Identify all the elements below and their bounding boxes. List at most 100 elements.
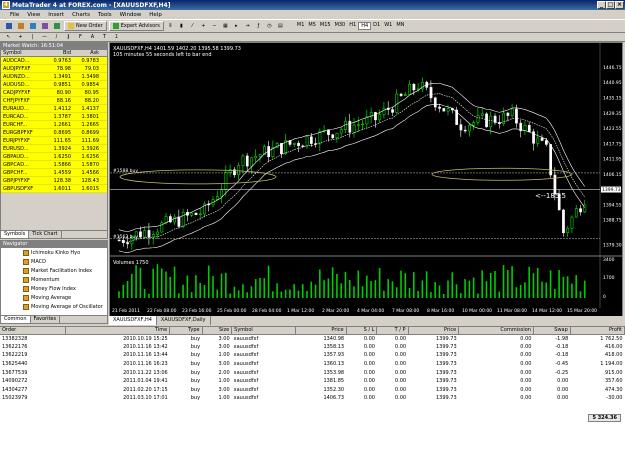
- maximize-button[interactable]: □: [606, 1, 615, 9]
- indicators-icon[interactable]: ƒ: [254, 21, 263, 31]
- timeframe-d1[interactable]: D1: [371, 22, 382, 30]
- arrow-icon[interactable]: ↧: [112, 32, 121, 42]
- expert-advisors-button[interactable]: Expert Advisors: [108, 21, 164, 31]
- terminal-col-header[interactable]: Commission: [458, 327, 534, 335]
- new-chart-icon[interactable]: [4, 21, 14, 31]
- table-row[interactable]: 14304277 2011.02.20 17:15 buy 3.00 xauusdfxf…: [0, 386, 625, 395]
- chart-tab[interactable]: XAUUSDFXF,Daily: [157, 316, 211, 325]
- channel-icon[interactable]: ∥: [64, 32, 73, 42]
- chart-tab[interactable]: XAUUSDFXF,H4: [109, 316, 157, 325]
- menu-help[interactable]: Help: [149, 12, 162, 18]
- terminal-col-header[interactable]: Price: [408, 327, 460, 335]
- menu-window[interactable]: Window: [120, 12, 142, 18]
- terminal-col-header[interactable]: Swap: [533, 327, 571, 335]
- timeframe-m1[interactable]: M1: [295, 22, 307, 30]
- timeframe-mn[interactable]: MN: [394, 22, 406, 30]
- price-chart[interactable]: XAUUSDFXF,H4 1401.59 1402.20 1395.58 139…: [110, 43, 622, 308]
- vertical-line-icon[interactable]: |: [28, 32, 37, 42]
- timeframe-m15[interactable]: M15: [318, 22, 333, 30]
- label-icon[interactable]: T: [100, 32, 109, 42]
- table-row[interactable]: 13622219 2010.11.16 13:44 buy 1.00 xauusdfxf…: [0, 351, 625, 360]
- tab-common[interactable]: Common: [1, 316, 31, 323]
- market-watch-row[interactable]: CHFJPYFXF 88.16 88.20: [1, 97, 107, 105]
- navigator-item[interactable]: Market Facilitation Index: [1, 266, 107, 275]
- market-watch-row[interactable]: EURAUD... 1.4112 1.4137: [1, 105, 107, 113]
- market-watch-row[interactable]: CADJPYFXF 80.90 80.95: [1, 89, 107, 97]
- terminal-col-header[interactable]: Order: [0, 327, 67, 335]
- horizontal-line-icon[interactable]: —: [40, 32, 49, 42]
- navigator-item[interactable]: Momentum: [1, 275, 107, 284]
- col-bid[interactable]: Bid: [45, 50, 73, 56]
- cursor-icon[interactable]: ↖: [4, 32, 13, 42]
- table-row[interactable]: 13382328 2010.10.19 15:25 buy 3.00 xauusdfxf…: [0, 334, 625, 343]
- market-watch-row[interactable]: AUDJPYFXF 78.98 79.03: [1, 65, 107, 73]
- terminal-col-header[interactable]: Type: [169, 327, 203, 335]
- zoom-out-icon[interactable]: −: [210, 21, 219, 31]
- bar-chart-icon[interactable]: ⫴: [166, 21, 175, 31]
- tile-icon[interactable]: ▦: [221, 21, 230, 31]
- terminal-col-header[interactable]: Time: [65, 327, 171, 335]
- market-watch-row[interactable]: EURCAD... 1.3787 1.3801: [1, 113, 107, 121]
- line-chart-icon[interactable]: ⁄: [188, 21, 197, 31]
- terminal-col-header[interactable]: S / L: [346, 327, 378, 335]
- market-watch-row[interactable]: EURUSD... 1.3924 1.3926: [1, 145, 107, 153]
- chart-shift-icon[interactable]: ⇥: [243, 21, 252, 31]
- chart-window[interactable]: XAUUSDFXF,H4 1401.59 1402.20 1395.58 139…: [109, 42, 623, 316]
- col-ask[interactable]: Ask: [73, 50, 101, 56]
- autoscroll-icon[interactable]: ▸: [232, 21, 241, 31]
- table-row[interactable]: 13625440 2010.11.16 16:23 buy 3.00 xauusdfxf…: [0, 360, 625, 369]
- market-watch-row[interactable]: AUDNZD... 1.3491 1.3498: [1, 73, 107, 81]
- navigator-item[interactable]: Moving Average of Oscillator: [1, 302, 107, 311]
- text-icon[interactable]: A: [88, 32, 97, 42]
- table-row[interactable]: 13622176 2010.11.16 13:42 buy 3.00 xauusdfxf…: [0, 343, 625, 352]
- menu-file[interactable]: File: [10, 12, 19, 18]
- market-watch-row[interactable]: GBPJPYFXF 128.38 128.43: [1, 177, 107, 185]
- minimize-button[interactable]: _: [597, 1, 606, 9]
- terminal-icon[interactable]: [52, 21, 62, 31]
- market-watch-row[interactable]: EURGBPFXF 0.8695 0.8699: [1, 129, 107, 137]
- periods-icon[interactable]: ◷: [265, 21, 274, 31]
- new-order-button[interactable]: New Order: [64, 21, 107, 31]
- timeframe-m30[interactable]: M30: [333, 22, 348, 30]
- terminal-col-header[interactable]: Symbol: [231, 327, 297, 335]
- tab-symbols[interactable]: Symbols: [1, 231, 30, 238]
- market-watch-row[interactable]: AUDCAD... 0.9763 0.9783: [1, 57, 107, 65]
- market-watch-row[interactable]: GBPCAD... 1.5866 1.5870: [1, 161, 107, 169]
- navigator-icon[interactable]: [40, 21, 50, 31]
- timeframe-h1[interactable]: H1: [347, 22, 358, 30]
- fibonacci-icon[interactable]: F: [76, 32, 85, 42]
- terminal-col-header[interactable]: Profit: [570, 327, 625, 335]
- market-watch-row[interactable]: EURCHF... 1.2661 1.2665: [1, 121, 107, 129]
- table-row[interactable]: 14090272 2011.01.04 19:41 buy 1.00 xauusdfxf…: [0, 377, 625, 386]
- close-button[interactable]: ×: [615, 1, 624, 9]
- timeframe-m5[interactable]: M5: [306, 22, 318, 30]
- trendline-icon[interactable]: /: [52, 32, 61, 42]
- timeframe-w1[interactable]: W1: [382, 22, 394, 30]
- table-row[interactable]: 15023979 2011.03.10 17:01 buy 1.00 xauusdfxf…: [0, 394, 625, 403]
- market-watch-row[interactable]: GBPUSDFXF 1.6011 1.6015: [1, 185, 107, 193]
- templates-icon[interactable]: ▤: [276, 21, 285, 31]
- market-watch-icon[interactable]: [28, 21, 38, 31]
- table-row[interactable]: 13677539 2010.11.22 13:06 buy 2.00 xauusdfxf…: [0, 368, 625, 377]
- crosshair-icon[interactable]: +: [16, 32, 25, 42]
- candle-chart-icon[interactable]: ▮: [177, 21, 186, 31]
- tab-favorites[interactable]: Favorites: [31, 316, 61, 323]
- market-watch-row[interactable]: AUDUSD... 0.9851 0.9854: [1, 81, 107, 89]
- col-symbol[interactable]: Symbol: [1, 50, 45, 56]
- timeframe-h4[interactable]: H4: [358, 22, 372, 30]
- menu-charts[interactable]: Charts: [72, 12, 90, 18]
- terminal-col-header[interactable]: Size: [202, 327, 233, 335]
- market-watch-row[interactable]: EURJPYFXF 111.65 111.69: [1, 137, 107, 145]
- navigator-item[interactable]: Moving Average: [1, 293, 107, 302]
- tab-tick-chart[interactable]: Tick Chart: [29, 231, 62, 238]
- navigator-item[interactable]: Ichimoku Kinko Hyo: [1, 248, 107, 257]
- market-watch-row[interactable]: GBPAUD... 1.6250 1.6256: [1, 153, 107, 161]
- menu-view[interactable]: View: [27, 12, 40, 18]
- terminal-col-header[interactable]: Price: [295, 327, 347, 335]
- navigator-item[interactable]: MACD: [1, 257, 107, 266]
- zoom-in-icon[interactable]: +: [199, 21, 208, 31]
- terminal-col-header[interactable]: T / P: [376, 327, 409, 335]
- market-watch-row[interactable]: GBPCHF... 1.4559 1.4566: [1, 169, 107, 177]
- menu-tools[interactable]: Tools: [98, 12, 112, 18]
- menu-insert[interactable]: Insert: [48, 12, 64, 18]
